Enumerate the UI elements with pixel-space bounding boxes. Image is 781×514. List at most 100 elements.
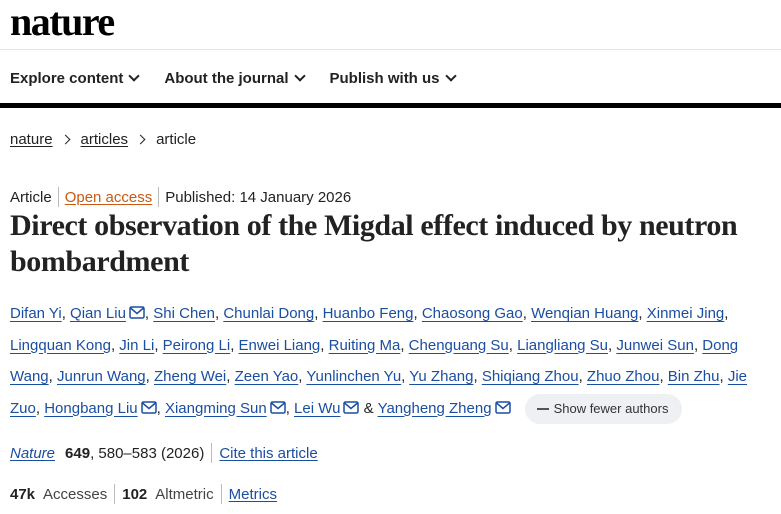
author-link[interactable]: Chenguang Su <box>409 337 509 354</box>
author-link[interactable]: Peirong Li <box>163 337 231 354</box>
author-link[interactable]: Xiangming Sun <box>165 400 267 417</box>
author-link[interactable]: Yu Zhang <box>409 368 473 385</box>
chevron-right-icon <box>60 134 70 145</box>
citation-line: Nature 649 , 580–583 (2026) Cite this ar… <box>10 443 318 463</box>
altmetric-label: Altmetric <box>155 485 214 503</box>
author-link[interactable]: Ruiting Ma <box>329 337 401 354</box>
author-separator: , <box>473 368 478 385</box>
author-separator: , <box>724 305 729 322</box>
author-separator: , <box>48 368 53 385</box>
author-separator: , <box>508 336 513 354</box>
article-title: Direct observation of the Migdal effect … <box>10 209 738 278</box>
author-separator: , <box>214 305 220 322</box>
author-link[interactable]: Junrun Wang <box>57 368 146 385</box>
author-separator: , <box>608 336 613 354</box>
author-link[interactable]: Bin Zhu <box>668 368 720 385</box>
minus-icon <box>536 407 549 410</box>
author-separator: , <box>400 336 405 354</box>
author-link[interactable]: Shiqiang Zhou <box>482 368 579 385</box>
envelope-icon[interactable] <box>129 306 145 319</box>
author-link[interactable]: Jin Li <box>119 337 154 354</box>
envelope-icon[interactable] <box>343 400 360 414</box>
envelope-icon[interactable] <box>269 400 286 414</box>
author-link[interactable]: Yunlinchen Yu <box>306 368 401 385</box>
author-link[interactable]: Zhuo Zhou <box>587 368 660 385</box>
journal-pages: , 580–583 (2026) <box>90 444 205 462</box>
chevron-down-icon <box>444 70 457 82</box>
author-link[interactable]: Lei Wu <box>294 400 340 417</box>
meta-divider <box>57 187 59 207</box>
nav-publish-with-us[interactable]: Publish with us <box>329 69 457 87</box>
author-separator: , <box>156 399 161 417</box>
author-separator: , <box>659 368 664 385</box>
author-link[interactable]: Hongbang Liu <box>44 400 137 417</box>
envelope-icon[interactable] <box>494 400 511 414</box>
cite-this-article-link[interactable]: Cite this article <box>219 445 317 462</box>
author-separator: , <box>314 305 319 322</box>
metrics-link[interactable]: Metrics <box>229 486 277 503</box>
author-separator: , <box>154 336 159 354</box>
author-separator: , <box>320 336 325 354</box>
nav-publish-with-us-label: Publish with us <box>329 69 440 87</box>
author-link[interactable]: Chunlai Dong <box>223 305 314 322</box>
article-type: Article <box>10 188 52 206</box>
author-link[interactable]: Lingquan Kong <box>10 337 111 354</box>
citation-divider <box>211 443 213 463</box>
author-separator: , <box>522 305 527 322</box>
author-separator: , <box>145 368 150 385</box>
main-nav: Explore content About the journal Publis… <box>10 66 481 90</box>
nav-explore-content-label: Explore content <box>10 69 124 87</box>
author-link[interactable]: Wenqian Huang <box>531 305 638 322</box>
metrics-bar: 47k Accesses 102 Altmetric Metrics <box>10 484 277 504</box>
open-access-link[interactable]: Open access <box>65 189 153 206</box>
author-link[interactable]: Enwei Liang <box>239 337 321 354</box>
author-link[interactable]: Zheng Wei <box>154 368 226 385</box>
author-separator: , <box>413 305 418 322</box>
author-and-separator: & <box>363 399 374 417</box>
show-fewer-authors-button[interactable]: Show fewer authors <box>524 393 683 424</box>
author-link[interactable]: Huanbo Feng <box>323 305 414 322</box>
author-separator: , <box>35 399 41 417</box>
nav-divider <box>0 103 781 108</box>
accesses-label: Accesses <box>43 485 108 503</box>
author-separator: , <box>61 305 66 322</box>
nature-logo[interactable]: nature <box>10 0 115 44</box>
author-link[interactable]: Shi Chen <box>153 305 215 322</box>
envelope-icon[interactable] <box>140 400 157 414</box>
author-separator: , <box>230 336 235 354</box>
nav-explore-content[interactable]: Explore content <box>10 69 141 87</box>
author-link[interactable]: Difan Yi <box>10 305 62 322</box>
author-link[interactable]: Liangliang Su <box>517 337 608 354</box>
author-separator: , <box>144 305 150 322</box>
accesses-count: 47k <box>10 485 36 503</box>
article-meta: Article Open access Published: 14 Januar… <box>10 187 351 207</box>
author-separator: , <box>285 399 290 417</box>
metrics-divider <box>220 484 222 504</box>
metrics-divider <box>114 484 116 504</box>
author-separator: , <box>110 336 116 354</box>
chevron-down-icon <box>293 70 306 82</box>
breadcrumb-nature[interactable]: nature <box>10 131 53 148</box>
meta-divider <box>158 187 160 207</box>
header-divider <box>0 49 781 50</box>
author-link[interactable]: Qian Liu <box>70 305 126 322</box>
author-link[interactable]: Junwei Sun <box>616 337 694 354</box>
author-separator: , <box>401 368 406 385</box>
chevron-down-icon <box>128 70 141 82</box>
author-separator: , <box>298 368 303 385</box>
author-separator: , <box>719 368 724 385</box>
author-link[interactable]: Xinmei Jing <box>647 305 725 322</box>
nav-about-journal[interactable]: About the journal <box>164 70 306 87</box>
author-link[interactable]: Chaosong Gao <box>422 305 523 322</box>
journal-link[interactable]: Nature <box>10 445 55 462</box>
breadcrumb: nature articles article <box>10 131 196 148</box>
chevron-right-icon <box>135 134 146 145</box>
breadcrumb-articles[interactable]: articles <box>81 131 129 148</box>
altmetric-count: 102 <box>122 485 148 503</box>
show-fewer-authors-label: Show fewer authors <box>553 400 669 416</box>
author-link[interactable]: Yangheng Zheng <box>378 400 492 417</box>
author-separator: , <box>693 336 699 354</box>
author-link[interactable]: Zeen Yao <box>235 368 299 385</box>
author-separator: , <box>578 368 583 385</box>
author-list: Difan Yi, Qian Liu, Shi Chen, Chunlai Do… <box>10 298 778 424</box>
